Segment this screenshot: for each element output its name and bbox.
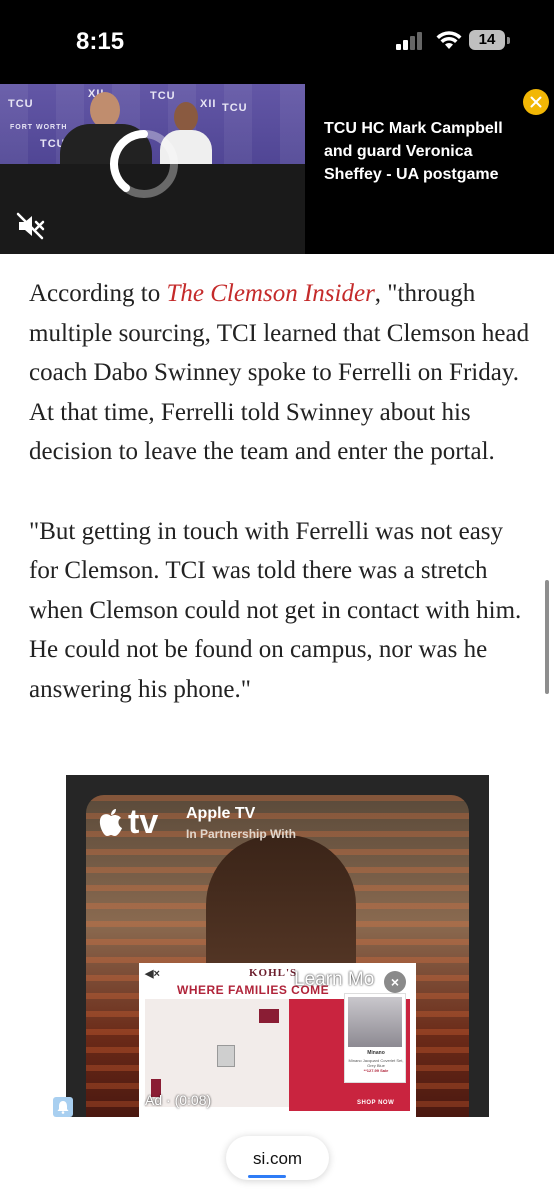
product-description: Minano Jacquard Coverlet Set, Grey Blue [348,1058,404,1068]
article-paragraph: According to The Clemson Insider, "throu… [29,274,534,472]
ad-partner-label: In Partnership With [186,827,296,841]
product-name: Minano [367,1050,385,1056]
video-player[interactable]: TCU XII TCU XII TCU TCU FORT WORTH TCU H… [0,84,554,254]
bell-icon [57,1101,69,1114]
clemson-insider-link[interactable]: The Clemson Insider [166,280,374,307]
ad-brand: Apple TV [186,805,256,822]
cellular-signal-icon [396,32,426,50]
apple-icon [99,808,122,836]
coach-head [90,92,120,128]
backdrop-logo: FORT WORTH [10,124,68,131]
mute-icon[interactable] [16,212,46,240]
product-image [348,997,402,1047]
article-paragraph: "But getting in touch with Ferrelli was … [29,517,522,703]
apple-tv-wordmark: tv [128,803,159,841]
article-body: According to The Clemson Insider, "throu… [29,274,534,749]
ad-info-icon[interactable] [53,1097,73,1117]
close-video-button[interactable] [523,89,549,115]
wifi-icon [436,31,462,49]
product-card[interactable]: Minano Minano Jacquard Coverlet Set, Gre… [344,993,406,1083]
shop-now-button[interactable]: SHOP NOW [357,1100,394,1106]
product-price: **127.99 Sale [363,1068,389,1073]
paragraph-text: According to [29,280,167,307]
status-bar: 8:15 14 [0,0,554,84]
battery-icon: 14 [469,30,505,50]
learn-more-button[interactable]: Learn Mo [294,969,374,991]
ad-timer: Ad · (0:08) [145,1092,212,1108]
battery-tip [507,37,510,44]
scrollbar[interactable] [545,580,549,694]
backdrop-logo: TCU [222,102,248,114]
backdrop-logo: TCU [150,90,176,102]
clock: 8:15 [76,28,125,55]
page-load-progress [248,1175,286,1178]
url-domain[interactable]: si.com [226,1149,329,1169]
ad-mute-icon[interactable]: ◀× [145,967,160,980]
close-icon [530,96,542,108]
video-thumbnail[interactable]: TCU XII TCU XII TCU TCU FORT WORTH [0,84,305,254]
apple-tv-logo: tv [98,803,158,842]
paragraph-text: , "through multiple sourcing, TCI learne… [29,280,530,465]
kohls-logo: KOHL'S [249,967,298,979]
address-bar[interactable]: si.com [226,1136,329,1180]
video-title[interactable]: TCU HC Mark Campbell and guard Veronica … [324,117,534,186]
backdrop-logo: TCU [8,98,34,110]
loading-spinner-icon [110,130,178,198]
ad-close-button[interactable]: × [384,971,406,993]
